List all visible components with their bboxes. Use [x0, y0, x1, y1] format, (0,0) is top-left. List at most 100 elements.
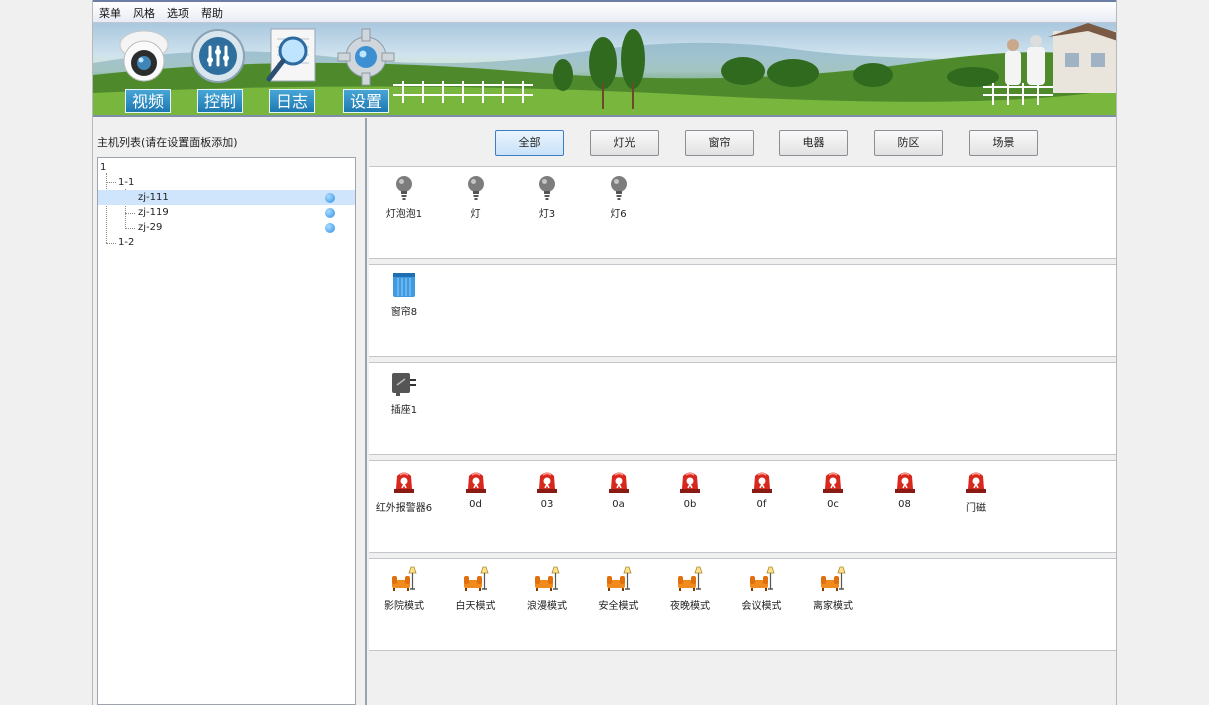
menu-item-style[interactable]: 风格	[127, 2, 161, 22]
bulb-icon	[396, 176, 412, 200]
alarm-icon	[751, 472, 772, 493]
device-label: 安全模式	[598, 601, 639, 612]
light-device[interactable]: 灯3	[514, 173, 580, 220]
zone-device[interactable]: 0c	[800, 467, 866, 510]
scene-device[interactable]: 夜晚模式	[657, 565, 723, 612]
tree-node-group[interactable]: 1-2	[98, 235, 355, 250]
light-device[interactable]: 灯6	[586, 173, 652, 220]
device-label: 窗帘8	[390, 307, 418, 318]
light-device[interactable]: 灯	[443, 173, 509, 220]
control-knob-icon[interactable]	[189, 27, 247, 89]
scene-device[interactable]: 浪漫模式	[514, 565, 580, 612]
online-status-icon	[325, 208, 335, 218]
scene-device[interactable]: 白天模式	[443, 565, 509, 612]
menu-item-options[interactable]: 选项	[161, 2, 195, 22]
sofa-lamp-icon	[749, 566, 775, 591]
zones-section: 红外报警器6 0d 03 0a 0b 0f 0c 08 门磁	[369, 460, 1116, 553]
device-label: 0d	[469, 499, 482, 510]
device-label: 03	[540, 499, 554, 510]
device-label: 浪漫模式	[527, 601, 567, 612]
app-window: 菜单 风格 选项 帮助 视频 控制 日志 设置 主机列表(请在设置面板添加) 1…	[92, 0, 1117, 705]
nav-video-button[interactable]: 视频	[125, 89, 171, 113]
nav-log-button[interactable]: 日志	[269, 89, 315, 113]
curtain-device[interactable]: 窗帘8	[371, 271, 437, 318]
appliance-device[interactable]: 插座1	[371, 369, 437, 416]
tree-node-label: 1-1	[118, 177, 135, 188]
scene-device[interactable]: 影院模式	[371, 565, 437, 612]
tree-node-label: 1	[100, 162, 107, 173]
banner: 视频 控制 日志 设置	[93, 23, 1116, 117]
bulb-icon	[467, 176, 484, 200]
tree-node-label: zj-29	[138, 222, 163, 233]
device-label: 灯3	[538, 209, 556, 220]
menu-item-help[interactable]: 帮助	[195, 2, 229, 22]
device-label: 插座1	[390, 405, 418, 416]
tree-node-root[interactable]: 1	[98, 160, 355, 175]
device-label: 0c	[827, 499, 839, 510]
device-label: 0b	[683, 499, 697, 510]
device-label: 门磁	[966, 503, 986, 514]
device-label: 0a	[612, 499, 625, 510]
host-tree[interactable]: 1 1-1 zj-111 zj-119 zj-29 1-2	[97, 157, 356, 705]
device-label: 0f	[756, 499, 767, 510]
tree-node-host[interactable]: zj-111	[98, 190, 355, 205]
alarm-icon	[680, 472, 700, 493]
alarm-icon	[608, 472, 629, 493]
bulb-icon	[539, 176, 555, 200]
tree-node-label: zj-111	[138, 192, 169, 203]
alarm-icon	[465, 472, 486, 493]
alarm-icon	[394, 472, 414, 493]
scenes-section: 影院模式 白天模式 浪漫模式 安全模式 夜晚模式 会议模式 离家模式	[369, 558, 1116, 651]
menu-item-menu[interactable]: 菜单	[93, 2, 127, 22]
sofa-lamp-icon	[463, 566, 489, 591]
sofa-lamp-icon	[606, 566, 632, 591]
filter-zone-button[interactable]: 防区	[874, 130, 943, 156]
zone-device[interactable]: 08	[872, 467, 938, 510]
host-list-panel: 主机列表(请在设置面板添加) 1 1-1 zj-111 zj-119 zj-29…	[93, 118, 367, 705]
zone-device[interactable]: 0a	[586, 467, 652, 510]
scene-device[interactable]: 会议模式	[729, 565, 795, 612]
sofa-lamp-icon	[392, 566, 417, 591]
log-magnifier-icon[interactable]	[263, 27, 321, 89]
filter-curtain-button[interactable]: 窗帘	[685, 130, 754, 156]
tree-node-host[interactable]: zj-119	[98, 205, 355, 220]
device-label: 红外报警器6	[375, 503, 433, 514]
zone-device[interactable]: 0d	[443, 467, 509, 510]
alarm-icon	[537, 472, 557, 493]
sofa-lamp-icon	[678, 566, 703, 591]
bulb-icon	[610, 176, 627, 200]
device-label: 灯泡泡1	[385, 209, 423, 220]
socket-icon	[392, 373, 416, 396]
tree-node-group[interactable]: 1-1	[98, 175, 355, 190]
filter-all-button[interactable]: 全部	[495, 130, 564, 156]
sofa-lamp-icon	[535, 566, 560, 591]
lights-section: 灯泡泡1 灯 灯3 灯6	[369, 166, 1116, 259]
curtains-section: 窗帘8	[369, 264, 1116, 357]
control-panel: 全部 灯光 窗帘 电器 防区 场景 灯泡泡1 灯 灯3 灯6 窗帘8 插座1 红外报警…	[369, 118, 1116, 705]
device-label: 灯6	[610, 209, 627, 220]
device-label: 白天模式	[455, 601, 496, 612]
nav-settings-button[interactable]: 设置	[343, 89, 389, 113]
filter-scene-button[interactable]: 场景	[969, 130, 1038, 156]
device-label: 离家模式	[813, 601, 853, 612]
filter-appliance-button[interactable]: 电器	[779, 130, 848, 156]
device-label: 影院模式	[384, 601, 424, 612]
zone-device[interactable]: 红外报警器6	[371, 467, 437, 514]
zone-device[interactable]: 03	[514, 467, 580, 510]
appliances-section: 插座1	[369, 362, 1116, 455]
filter-light-button[interactable]: 灯光	[590, 130, 659, 156]
scene-device[interactable]: 离家模式	[800, 565, 866, 612]
zone-device[interactable]: 0f	[729, 467, 795, 510]
tree-node-host[interactable]: zj-29	[98, 220, 355, 235]
zone-device[interactable]: 门磁	[943, 467, 1009, 514]
zone-device[interactable]: 0b	[657, 467, 723, 510]
alarm-icon	[823, 472, 843, 493]
video-camera-icon[interactable]	[115, 27, 173, 89]
settings-gear-icon[interactable]	[337, 27, 395, 89]
nav-control-button[interactable]: 控制	[197, 89, 243, 113]
device-label: 夜晚模式	[670, 601, 710, 612]
device-label: 08	[898, 499, 911, 510]
scene-device[interactable]: 安全模式	[586, 565, 652, 612]
light-device[interactable]: 灯泡泡1	[371, 173, 437, 220]
online-status-icon	[325, 193, 335, 203]
